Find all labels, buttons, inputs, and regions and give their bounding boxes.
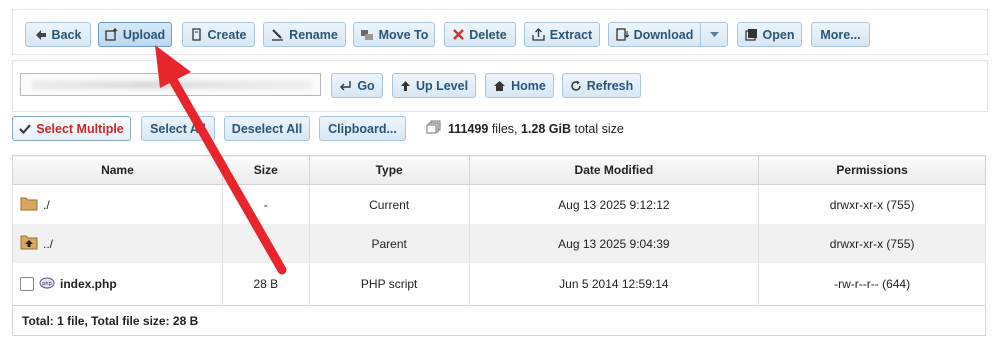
file-size: - <box>221 184 310 224</box>
header-date-modified[interactable]: Date Modified <box>468 155 760 185</box>
back-arrow-icon <box>35 29 47 41</box>
file-name[interactable]: index.php <box>60 277 117 291</box>
clipboard-button[interactable]: Clipboard... <box>319 116 406 141</box>
php-file-icon: php <box>39 276 55 293</box>
create-button[interactable]: Create <box>182 22 255 47</box>
file-permissions: drwxr-xr-x (755) <box>758 224 986 263</box>
file-permissions: drwxr-xr-x (755) <box>758 184 986 224</box>
files-stack-icon <box>426 120 442 137</box>
file-size <box>221 224 310 263</box>
refresh-icon <box>570 80 582 92</box>
move-to-button[interactable]: Move To <box>353 22 435 47</box>
table-row[interactable]: ./ - Current Aug 13 2025 9:12:12 drwxr-x… <box>12 184 986 224</box>
up-level-button[interactable]: Up Level <box>392 73 476 98</box>
parent-folder-icon <box>20 234 38 253</box>
deselect-all-button[interactable]: Deselect All <box>224 116 310 141</box>
more-button[interactable]: More... <box>811 22 870 47</box>
extract-button[interactable]: Extract <box>524 22 600 47</box>
header-size[interactable]: Size <box>221 155 310 185</box>
upload-icon <box>105 28 118 41</box>
total-size: 1.28 GiB <box>521 121 572 136</box>
header-permissions[interactable]: Permissions <box>758 155 986 185</box>
create-icon <box>191 28 203 41</box>
files-count: 111499 <box>448 121 489 136</box>
files-word: files, <box>488 121 521 136</box>
file-table: Name Size Type Date Modified Permissions… <box>12 155 986 336</box>
file-date: Jun 5 2014 12:59:14 <box>468 263 760 306</box>
select-all-button[interactable]: Select All <box>141 116 215 141</box>
folder-icon <box>20 196 38 214</box>
select-multiple-button[interactable]: Select Multiple <box>12 116 131 141</box>
file-date: Aug 13 2025 9:04:39 <box>468 224 760 263</box>
table-row[interactable]: php index.php 28 B PHP script Jun 5 2014… <box>12 263 986 306</box>
back-button[interactable]: Back <box>25 22 91 47</box>
table-row[interactable]: ../ Parent Aug 13 2025 9:04:39 drwxr-xr-… <box>12 224 986 263</box>
file-date: Aug 13 2025 9:12:12 <box>468 184 760 224</box>
file-permissions: -rw-r--r-- (644) <box>758 263 986 306</box>
go-button[interactable]: Go <box>331 73 383 98</box>
open-icon <box>744 28 758 41</box>
table-header-row: Name Size Type Date Modified Permissions <box>12 155 986 185</box>
svg-text:php: php <box>42 281 52 287</box>
file-type: Parent <box>308 224 470 263</box>
file-type: Current <box>308 184 470 224</box>
files-summary: 111499 files, 1.28 GiB total size <box>426 120 624 137</box>
table-footer: Total: 1 file, Total file size: 28 B <box>12 305 986 336</box>
redacted-path <box>32 81 312 89</box>
download-button[interactable]: Download <box>608 22 701 47</box>
up-arrow-icon <box>400 80 411 92</box>
delete-button[interactable]: Delete <box>444 22 516 47</box>
chevron-down-icon <box>709 31 719 38</box>
row-checkbox[interactable] <box>20 277 34 291</box>
open-button[interactable]: Open <box>737 22 802 47</box>
rename-icon <box>271 28 284 41</box>
file-type: PHP script <box>308 263 470 306</box>
home-icon <box>493 80 506 92</box>
file-name[interactable]: ../ <box>43 237 53 251</box>
download-icon <box>615 28 629 41</box>
download-dropdown-button[interactable] <box>700 22 728 47</box>
file-name[interactable]: ./ <box>43 198 50 212</box>
total-word: total size <box>571 121 624 136</box>
move-icon <box>360 29 374 41</box>
extract-icon <box>532 28 545 41</box>
delete-x-icon <box>453 29 465 40</box>
file-size: 28 B <box>221 263 310 306</box>
header-type[interactable]: Type <box>308 155 470 185</box>
footer-total: Total: 1 file, Total file size: 28 B <box>12 305 986 336</box>
checkmark-icon <box>19 123 31 134</box>
home-button[interactable]: Home <box>485 73 554 98</box>
header-name[interactable]: Name <box>12 155 223 185</box>
upload-button[interactable]: Upload <box>98 22 172 47</box>
rename-button[interactable]: Rename <box>263 22 346 47</box>
refresh-button[interactable]: Refresh <box>562 73 641 98</box>
go-arrow-icon <box>339 80 352 92</box>
